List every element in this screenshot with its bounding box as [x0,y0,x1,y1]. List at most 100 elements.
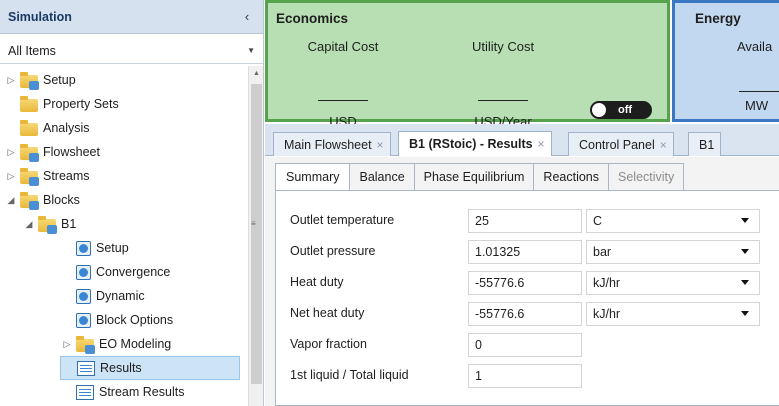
heat-duty-unit-value: kJ/hr [593,276,621,290]
tree-item-label: EO Modeling [99,337,172,351]
toggle-label: off [618,104,633,116]
energy-available-label: Availa [737,39,773,54]
folder-icon [20,119,38,136]
outlet-temperature-unit-select[interactable]: C [586,209,760,233]
net-heat-duty-unit-value: kJ/hr [593,307,621,321]
tree-item-stream-results[interactable]: Stream Results [60,380,184,404]
document-tab-bar: Main Flowsheet × B1 (RStoic) - Results × Con… [265,124,779,156]
economics-title: Economics [276,11,349,26]
dropdown-arrow-icon: ▼ [247,46,255,55]
energy-available-value [739,91,779,92]
tree-item-label: Analysis [43,121,90,135]
tree-item-dynamic[interactable]: Dynamic [60,284,145,308]
tree-item-label: Property Sets [43,97,119,111]
net-heat-duty-value[interactable]: -55776.6 [468,302,582,326]
tree-scrollbar[interactable]: ▲ ≡ [248,66,263,406]
tree-item-label: Convergence [96,265,171,279]
dropdown-arrow-icon [741,218,749,223]
tab-b1-rstoic-results[interactable]: B1 (RStoic) - Results × [398,131,552,156]
navigation-pane: Simulation ‹ All Items ▼ ▷ Setup Property … [0,0,264,406]
folder-icon [20,95,38,112]
expand-arrow-icon[interactable]: ▷ [60,339,74,350]
subtab-reactions[interactable]: Reactions [534,163,610,191]
expand-arrow-icon[interactable]: ▷ [4,75,18,86]
tree-item-eo-modeling[interactable]: ▷ EO Modeling [60,332,171,356]
outlet-pressure-unit-value: bar [593,245,612,259]
expand-arrow-icon[interactable]: ▷ [4,171,18,182]
tree-item-label: Stream Results [99,385,185,399]
form-status-icon [76,264,91,280]
collapse-pane-icon[interactable]: ‹ [239,9,255,24]
economics-toggle[interactable]: off [590,101,652,119]
energy-panel: Energy Availa MW [672,0,779,122]
tree-item-block-options[interactable]: Block Options [60,308,173,332]
tab-main-flowsheet[interactable]: Main Flowsheet × [273,132,391,156]
tab-label: B1 [699,137,715,152]
tab-control-panel[interactable]: Control Panel × [568,132,674,156]
energy-title: Energy [695,11,741,26]
utility-cost-value [478,91,528,101]
tree-item-label: Streams [43,169,90,183]
heat-duty-unit-select[interactable]: kJ/hr [586,271,760,295]
subtab-balance[interactable]: Balance [350,163,415,191]
subtab-selectivity: Selectivity [609,163,685,191]
tree-item-blocks[interactable]: ◢ Blocks [4,188,80,212]
energy-unit: MW [745,98,769,113]
summary-panel: Outlet temperature 25 C Outlet pressure 1.01… [275,190,779,406]
tree-item-label: B1 [61,217,77,231]
vapor-fraction-value[interactable]: 0 [468,333,582,357]
tab-label: B1 (RStoic) - Results [409,137,533,151]
results-form-icon [77,360,95,376]
tree-item-setup[interactable]: ▷ Setup [4,68,76,92]
heat-duty-label: Heat duty [290,275,344,289]
tree-item-b1[interactable]: ◢ B1 [22,212,76,236]
folder-icon [38,215,57,234]
expand-arrow-icon[interactable]: ◢ [4,195,18,206]
form-status-icon [76,240,91,256]
folder-icon [20,167,39,186]
form-status-icon [76,312,91,328]
tree-item-flowsheet[interactable]: ▷ Flowsheet [4,140,100,164]
tree-item-streams[interactable]: ▷ Streams [4,164,90,188]
folder-icon [76,335,95,354]
close-tab-icon[interactable]: × [538,137,545,151]
capital-cost-metric: Capital Cost USD [288,39,398,129]
subtab-phase-equilibrium[interactable]: Phase Equilibrium [414,163,535,191]
outlet-temperature-value[interactable]: 25 [468,209,582,233]
net-heat-duty-unit-select[interactable]: kJ/hr [586,302,760,326]
expand-arrow-icon[interactable]: ◢ [22,219,36,230]
tree-item-analysis[interactable]: Analysis [4,116,90,140]
subtab-summary[interactable]: Summary [275,163,351,191]
tree-item-setup[interactable]: Setup [60,236,129,260]
tree-item-label: Flowsheet [43,145,100,159]
nav-filter-value: All Items [8,43,56,58]
outlet-pressure-value[interactable]: 1.01325 [468,240,582,264]
tree-item-label: Setup [43,73,76,87]
results-form-icon [76,384,94,400]
tree-item-property-sets[interactable]: Property Sets [4,92,119,116]
form-status-icon [76,288,91,304]
dropdown-arrow-icon [741,280,749,285]
tree-item-label: Block Options [96,313,174,327]
heat-duty-value[interactable]: -55776.6 [468,271,582,295]
close-tab-icon[interactable]: × [660,138,667,152]
close-tab-icon[interactable]: × [377,138,384,152]
scroll-up-arrow-icon[interactable]: ▲ [249,66,264,82]
outlet-temperature-label: Outlet temperature [290,213,395,227]
navigation-tree: ▷ Setup Property Sets Analysis ▷ Flowsheet ▷ St… [0,66,248,406]
expand-arrow-icon[interactable]: ▷ [4,147,18,158]
folder-icon [20,71,39,90]
tree-item-results[interactable]: Results [60,356,240,380]
1st-liquid-total-liquid-value[interactable]: 1 [468,364,582,388]
tree-item-convergence[interactable]: Convergence [60,260,170,284]
outlet-pressure-label: Outlet pressure [290,244,376,258]
nav-filter-dropdown[interactable]: All Items ▼ [0,38,263,64]
utility-cost-metric: Utility Cost USD/Year [448,39,558,129]
tab-label: Control Panel [579,137,655,152]
tab-b1[interactable]: B1 [688,132,722,156]
outlet-pressure-unit-select[interactable]: bar [586,240,760,264]
tree-item-label: Blocks [43,193,80,207]
vapor-fraction-label: Vapor fraction [290,337,367,351]
results-tab-strip: Summary Balance Phase Equilibrium Reactions… [275,163,685,191]
scrollbar-thumb[interactable] [251,84,262,384]
